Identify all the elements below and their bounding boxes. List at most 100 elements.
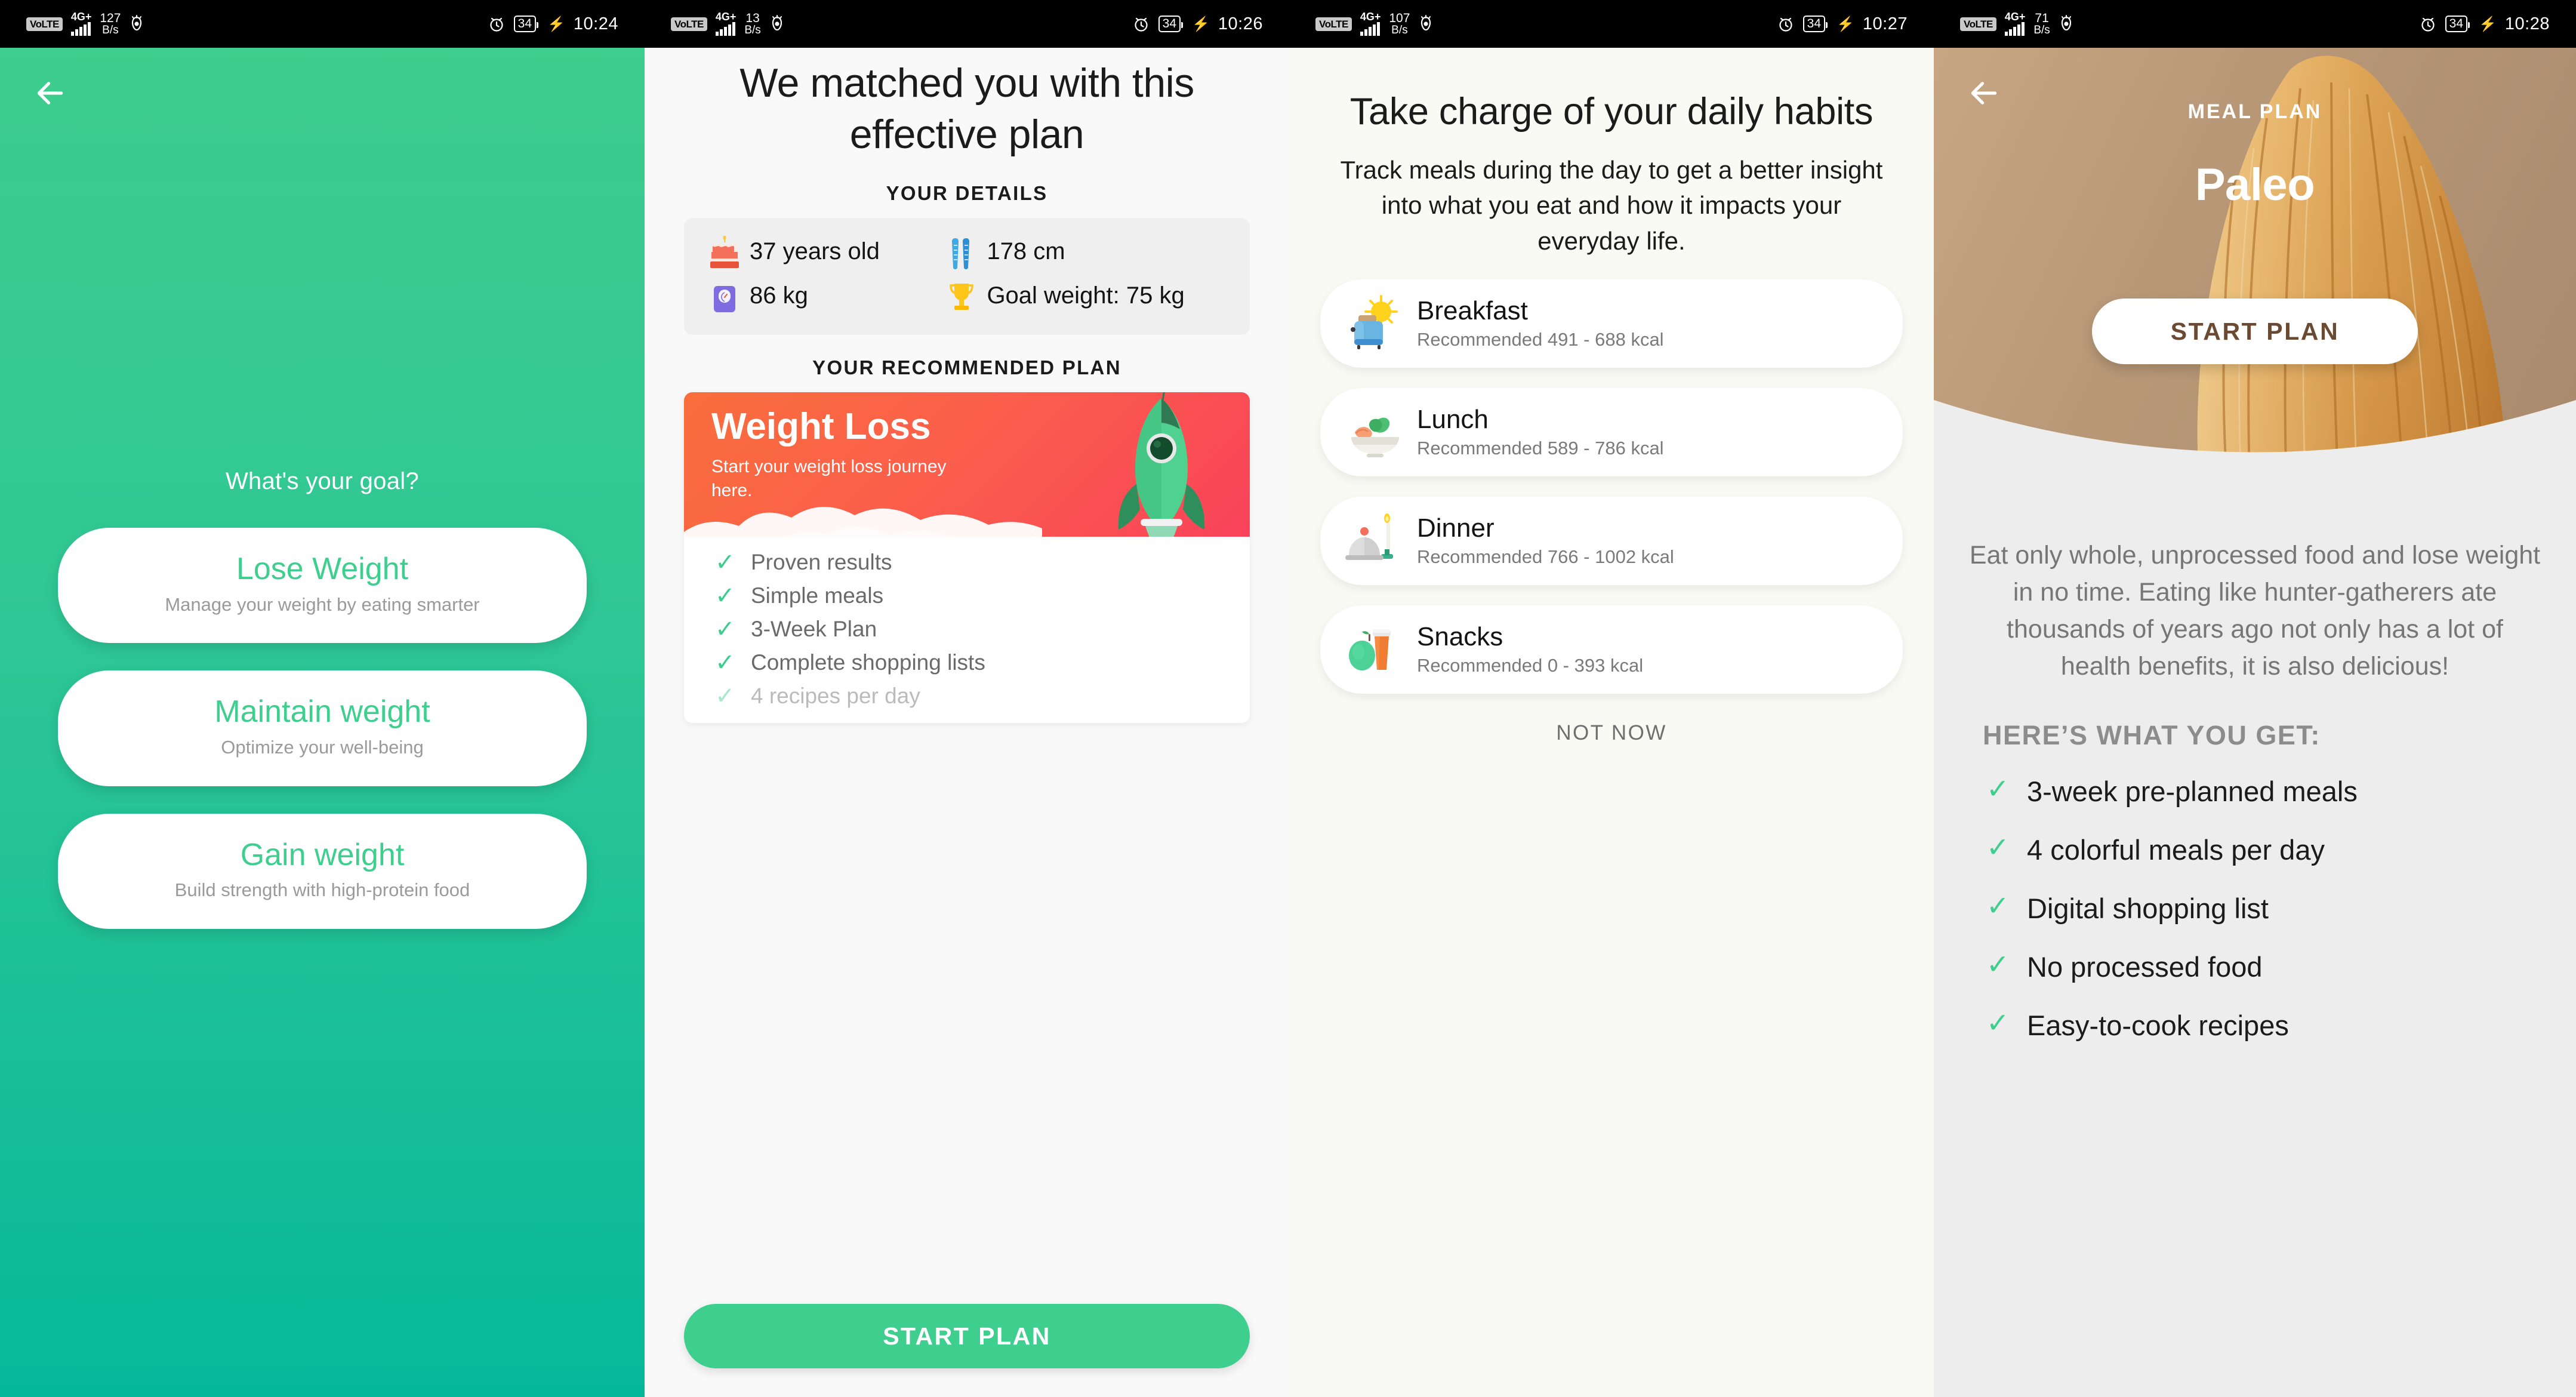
arrow-left-icon [37, 82, 63, 104]
list-item: ✓ No processed food [1986, 949, 2541, 985]
cloche-candle-icon [1344, 510, 1406, 572]
signal-bars-icon [1360, 22, 1380, 36]
matched-plan-content: We matched you with this effective plan … [645, 48, 1289, 1397]
clock-time: 10:26 [1218, 14, 1263, 33]
signal-bars-icon [2004, 22, 2025, 36]
feature-label: 3-Week Plan [751, 616, 877, 641]
detail-weight: 86 kg [709, 280, 946, 315]
plan-feature-list: ✓ Proven results ✓ Simple meals ✓ 3-Week… [684, 537, 1250, 723]
page-subtitle: Track meals during the day to get a bett… [1340, 155, 1883, 255]
status-bar-left: VoLTE 4G+ 71 B/s [1960, 11, 2074, 36]
status-bar: VoLTE 4G+ 71 B/s 34 ⚡ 10:28 [1934, 0, 2576, 48]
charging-icon: ⚡ [547, 16, 565, 32]
panel-paleo-meal-plan: VoLTE 4G+ 71 B/s 34 ⚡ 10:28 MEAL PLAN Pa… [1934, 0, 2576, 1397]
daily-habits-content: Take charge of your daily habits Track m… [1289, 48, 1934, 1397]
clock-time: 10:28 [2504, 14, 2550, 33]
goal-title: Maintain weight [214, 694, 430, 730]
back-button[interactable] [21, 64, 79, 122]
details-row: 37 years old 178 cm [709, 235, 1225, 270]
meal-kcal: Recommended 0 - 393 kcal [1417, 655, 1644, 676]
signal-icon: 4G+ [2004, 11, 2025, 36]
birthday-cake-icon [710, 235, 739, 268]
meal-card-text: Dinner Recommended 766 - 1002 kcal [1417, 513, 1674, 568]
detail-height: 178 cm [946, 236, 1225, 270]
goal-subtitle: Optimize your well-being [221, 736, 424, 758]
status-bar-right: 34 ⚡ 10:28 [2419, 14, 2550, 34]
list-item: ✓ Digital shopping list [1986, 891, 2541, 927]
benefit-label: 4 colorful meals per day [2027, 833, 2325, 866]
meal-card-snacks[interactable]: Snacks Recommended 0 - 393 kcal [1320, 605, 1903, 694]
goal-option-lose-weight[interactable]: Lose Weight Manage your weight by eating… [58, 528, 587, 644]
check-icon: ✓ [715, 649, 735, 676]
benefit-label: 3-week pre-planned meals [2027, 775, 2358, 807]
paleo-body: Eat only whole, unprocessed food and los… [1934, 478, 2576, 1397]
page-title: We matched you with this effective plan [739, 60, 1194, 158]
list-item: ✓ Proven results [715, 550, 1219, 575]
toaster-sun-icon [1344, 293, 1406, 355]
battery-icon: 34 [1802, 15, 1828, 33]
details-row: 86 kg Goal weight: 75 kg [709, 280, 1225, 315]
volte-icon: VoLTE [671, 17, 707, 31]
status-bar: VoLTE 4G+ 13 B/s 34 ⚡ 10:26 [645, 0, 1289, 48]
goal-selection-content: What's your goal? Lose Weight Manage you… [0, 0, 645, 1397]
clock-time: 10:24 [573, 14, 618, 33]
meal-name: Breakfast [1417, 296, 1528, 325]
battery-icon: 34 [2445, 15, 2470, 33]
check-icon: ✓ [715, 616, 735, 642]
meal-card-breakfast[interactable]: Breakfast Recommended 491 - 688 kcal [1320, 279, 1903, 368]
meal-card-lunch[interactable]: Lunch Recommended 589 - 786 kcal [1320, 387, 1903, 476]
benefit-label: No processed food [2027, 951, 2263, 983]
goal-option-maintain-weight[interactable]: Maintain weight Optimize your well-being [58, 670, 587, 786]
check-icon: ✓ [1986, 831, 2010, 863]
status-bar-left: VoLTE 4G+ 127 B/s [26, 11, 144, 36]
battery-icon: 34 [513, 15, 539, 33]
check-icon: ✓ [1986, 1007, 2010, 1039]
feature-label: Complete shopping lists [751, 650, 985, 675]
check-icon: ✓ [1986, 773, 2010, 804]
meal-kcal: Recommended 589 - 786 kcal [1417, 438, 1664, 459]
page-title: Paleo [2195, 159, 2315, 210]
meal-card-text: Snacks Recommended 0 - 393 kcal [1417, 622, 1643, 676]
feature-label: Proven results [751, 549, 892, 574]
not-now-button[interactable]: NOT NOW [1320, 721, 1903, 745]
check-icon: ✓ [715, 549, 735, 576]
charging-icon: ⚡ [1192, 16, 1210, 32]
status-bar: VoLTE 4G+ 107 B/s 34 ⚡ 10:27 [1289, 0, 1934, 48]
meal-plan-tag: MEAL PLAN [2187, 100, 2322, 123]
goal-title: Lose Weight [236, 552, 409, 587]
meal-kcal: Recommended 766 - 1002 kcal [1417, 546, 1674, 568]
check-icon: ✓ [715, 682, 735, 709]
charging-icon: ⚡ [1837, 16, 1854, 32]
network-speed: 13 B/s [744, 11, 761, 36]
meal-name: Dinner [1417, 513, 1495, 543]
charging-icon: ⚡ [2479, 16, 2497, 32]
meal-name: Snacks [1417, 621, 1503, 651]
start-plan-button[interactable]: START PLAN [684, 1304, 1250, 1368]
start-plan-button[interactable]: START PLAN [2092, 299, 2418, 364]
plan-hero-banner: Weight Loss Start your weight loss journ… [684, 392, 1250, 537]
screenshot-stage: VoLTE 4G+ 127 B/s 34 ⚡ 10:24 What's your… [0, 0, 2576, 1397]
alarm-icon [1132, 15, 1150, 33]
goal-option-gain-weight[interactable]: Gain weight Build strength with high-pro… [58, 813, 587, 929]
benefits-label: HERE’S WHAT YOU GET: [1983, 719, 2321, 750]
panel-goal-selection: VoLTE 4G+ 127 B/s 34 ⚡ 10:24 What's your… [0, 0, 645, 1397]
benefit-label: Digital shopping list [2027, 892, 2269, 924]
panel-matched-plan: VoLTE 4G+ 13 B/s 34 ⚡ 10:26 We matched y… [645, 0, 1289, 1397]
recommended-plan-label: YOUR RECOMMENDED PLAN [812, 356, 1121, 379]
signal-icon: 4G+ [70, 11, 91, 36]
list-item: ✓ Simple meals [715, 583, 1219, 608]
apple-smoothie-icon [1344, 619, 1406, 681]
status-bar-right: 34 ⚡ 10:27 [1777, 14, 1908, 34]
volte-icon: VoLTE [1315, 17, 1352, 31]
alarm-icon [488, 15, 506, 33]
eye-comfort-icon [769, 15, 785, 33]
feature-label: Simple meals [751, 583, 884, 608]
network-speed: 107 B/s [1389, 11, 1410, 36]
benefit-label: Easy-to-cook recipes [2027, 1010, 2289, 1042]
check-icon: ✓ [1986, 949, 2010, 980]
detail-age: 37 years old [709, 235, 946, 270]
recommended-plan-card[interactable]: Weight Loss Start your weight loss journ… [684, 392, 1250, 723]
meal-card-dinner[interactable]: Dinner Recommended 766 - 1002 kcal [1320, 496, 1903, 585]
goal-subtitle: Build strength with high-protein food [174, 879, 470, 900]
list-item: ✓ Easy-to-cook recipes [1986, 1008, 2541, 1044]
